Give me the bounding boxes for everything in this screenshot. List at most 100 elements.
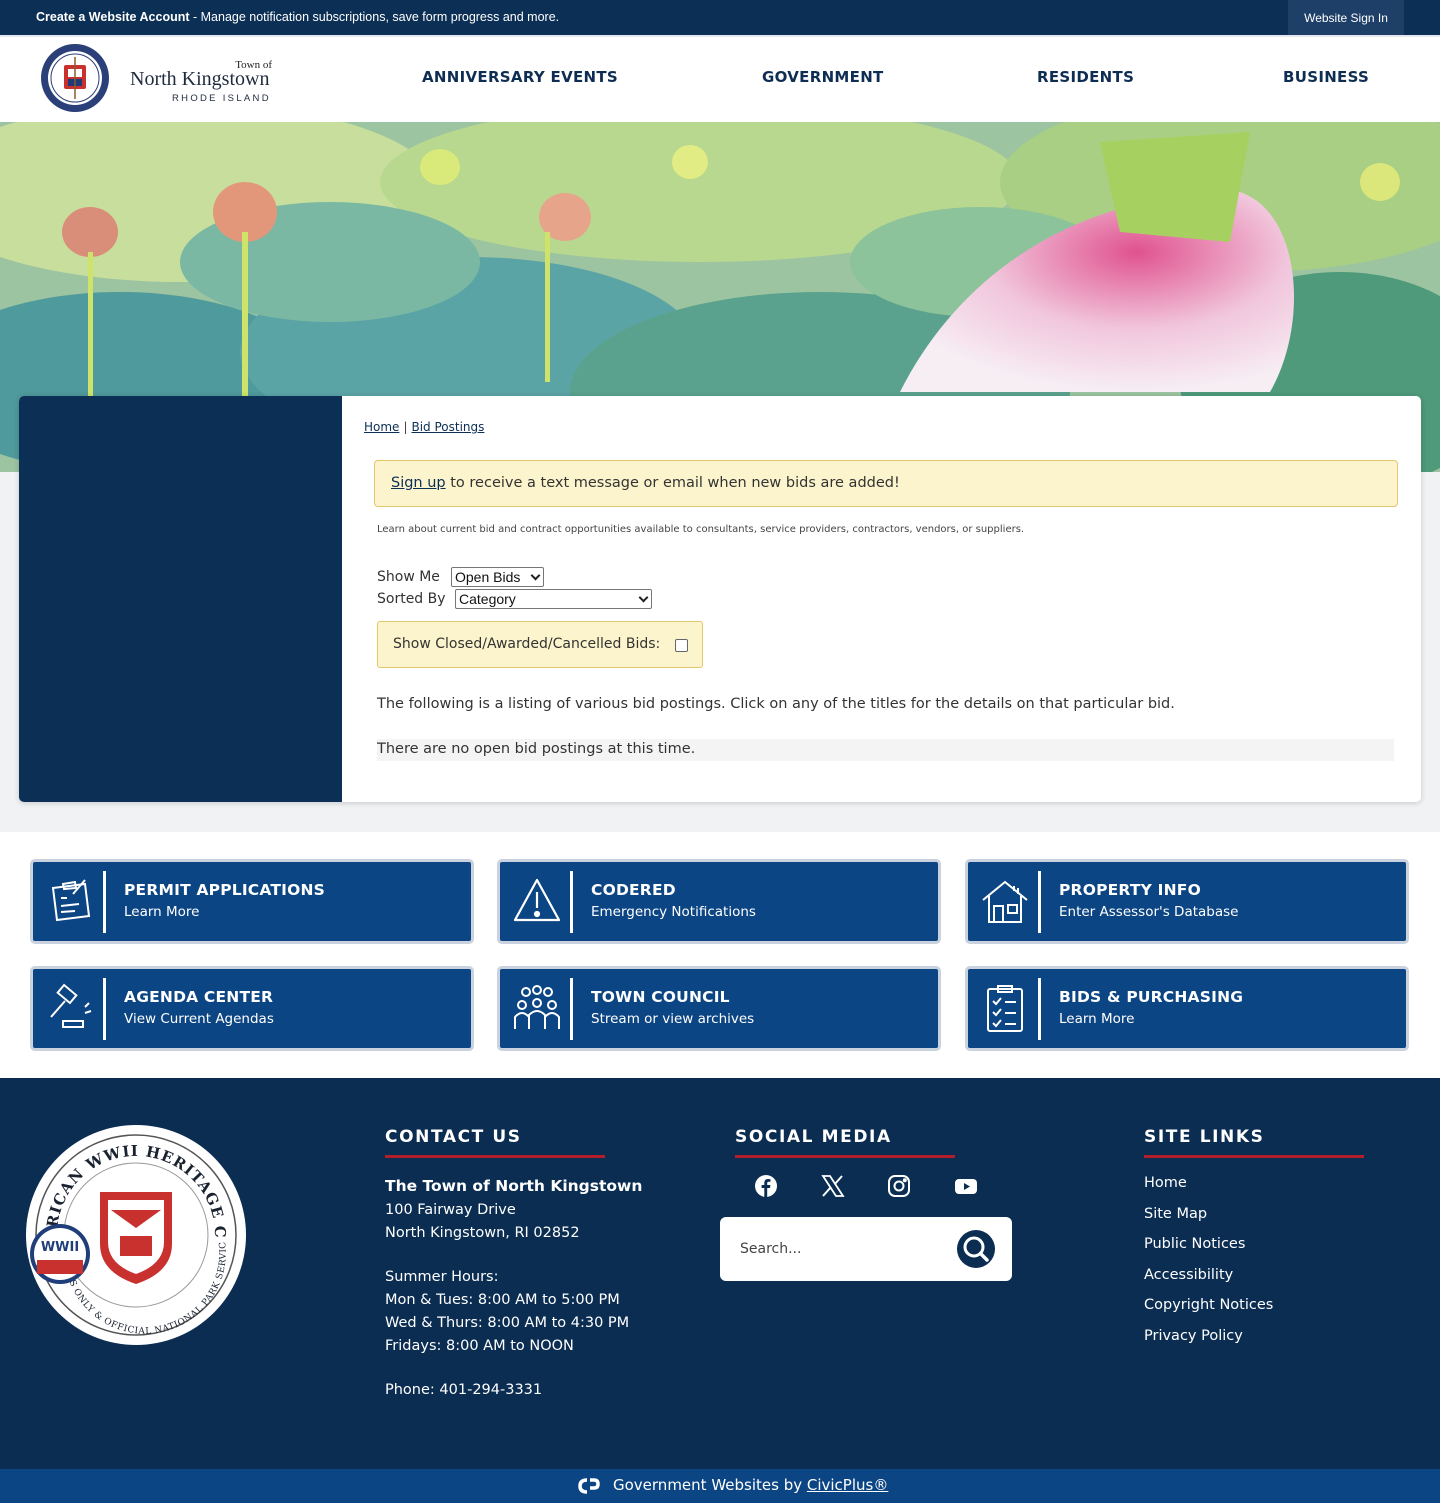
svg-text:WWII: WWII: [41, 1240, 79, 1255]
create-account-bold[interactable]: Create a Website Account: [36, 10, 190, 24]
facebook-icon[interactable]: [753, 1173, 779, 1199]
signup-link[interactable]: Sign up: [391, 475, 446, 491]
site-footer: AMERICAN WWII HERITAGE CITY RHODE ISLAND…: [0, 1078, 1440, 1469]
hours-line-1: Mon & Tues: 8:00 AM to 5:00 PM: [385, 1292, 620, 1308]
social-media-heading: SOCIAL MEDIA: [735, 1127, 892, 1147]
create-account-desc: - Manage notification subscriptions, sav…: [189, 10, 560, 24]
quick-link-divider: [103, 871, 106, 933]
quick-link-title: TOWN COUNCIL: [591, 988, 730, 1006]
quick-link-divider: [103, 978, 106, 1040]
site-header: Town of North Kingstown RHODE ISLAND ANN…: [0, 35, 1440, 122]
quick-link-subtitle: Learn More: [1059, 1011, 1135, 1027]
checklist-icon: [987, 985, 1023, 1032]
quick-link-divider: [1038, 978, 1041, 1040]
breadcrumb-home[interactable]: Home: [364, 420, 399, 434]
sorted-by-value: Category: [459, 591, 516, 607]
show-me-value: Open Bids: [455, 569, 521, 585]
quick-link-title: CODERED: [591, 881, 676, 899]
quick-link-agenda-center[interactable]: AGENDA CENTER View Current Agendas: [30, 966, 474, 1051]
search-input[interactable]: Search...: [740, 1241, 801, 1257]
site-links-list: Home Site Map Public Notices Accessibili…: [1144, 1175, 1273, 1358]
closed-bids-label: Show Closed/Awarded/Cancelled Bids:: [393, 636, 661, 652]
quick-link-title: BIDS & PURCHASING: [1059, 988, 1244, 1006]
quick-link-subtitle: Learn More: [124, 904, 200, 920]
wwii-heritage-city-seal: AMERICAN WWII HERITAGE CITY RHODE ISLAND…: [25, 1124, 246, 1345]
warning-icon: [513, 878, 561, 922]
quick-link-permit-applications[interactable]: PERMIT APPLICATIONS Learn More: [30, 859, 474, 944]
people-icon: [514, 985, 560, 1029]
sorted-by-select[interactable]: Category: [455, 589, 652, 609]
no-bids-message: There are no open bid postings at this t…: [377, 739, 1394, 761]
site-link-home[interactable]: Home: [1144, 1175, 1273, 1206]
show-me-label: Show Me: [377, 569, 440, 585]
nav-business[interactable]: BUSINESS: [1283, 68, 1369, 86]
create-account-link[interactable]: Create a Website Account - Manage notifi…: [36, 10, 559, 24]
hours-line-3: Fridays: 8:00 AM to NOON: [385, 1338, 574, 1354]
site-link-privacy-policy[interactable]: Privacy Policy: [1144, 1328, 1273, 1359]
civicplus-logo-icon: [578, 1478, 600, 1494]
quick-link-subtitle: Stream or view archives: [591, 1011, 755, 1027]
civicplus-bar: Government Websites by CivicPlus®: [0, 1469, 1440, 1503]
social-heading-underline: [735, 1155, 955, 1158]
closed-bids-filter: Show Closed/Awarded/Cancelled Bids:: [377, 621, 703, 668]
contact-address-2: North Kingstown, RI 02852: [385, 1225, 580, 1241]
show-me-select[interactable]: Open Bids: [451, 567, 544, 587]
quick-link-subtitle: Emergency Notifications: [591, 904, 756, 920]
top-bar: Create a Website Account - Manage notifi…: [0, 0, 1440, 35]
quick-link-title: PERMIT APPLICATIONS: [124, 881, 326, 899]
quick-link-title: PROPERTY INFO: [1059, 881, 1201, 899]
chevron-down-icon: [638, 592, 649, 603]
site-link-copyright-notices[interactable]: Copyright Notices: [1144, 1297, 1273, 1328]
intro-text: Learn about current bid and contract opp…: [377, 524, 1025, 535]
left-sidebar: [19, 396, 342, 802]
contact-org: The Town of North Kingstown: [385, 1177, 643, 1195]
search-icon[interactable]: [956, 1229, 996, 1269]
gavel-icon: [50, 983, 92, 1028]
sorted-by-label: Sorted By: [377, 591, 446, 607]
content-card: Home | Bid Postings Sign up to receive a t…: [19, 396, 1421, 802]
quick-link-divider: [1038, 871, 1041, 933]
quick-link-title: AGENDA CENTER: [124, 988, 274, 1006]
chevron-down-icon: [530, 570, 541, 581]
contact-address-1: 100 Fairway Drive: [385, 1202, 516, 1218]
quick-link-subtitle: Enter Assessor's Database: [1059, 904, 1239, 920]
house-icon: [982, 880, 1028, 923]
x-twitter-icon[interactable]: [820, 1173, 846, 1199]
youtube-icon[interactable]: [953, 1173, 979, 1199]
town-seal-logo[interactable]: [40, 43, 110, 113]
breadcrumb-separator: |: [403, 420, 408, 434]
contact-info: The Town of North Kingstown 100 Fairway …: [385, 1175, 642, 1402]
nav-residents[interactable]: RESIDENTS: [1037, 68, 1134, 86]
site-links-underline: [1144, 1155, 1364, 1158]
breadcrumb-bid-postings[interactable]: Bid Postings: [411, 420, 484, 434]
website-sign-in-button[interactable]: Website Sign In: [1288, 0, 1404, 35]
site-link-site-map[interactable]: Site Map: [1144, 1206, 1273, 1237]
hours-line-2: Wed & Thurs: 8:00 AM to 4:30 PM: [385, 1315, 630, 1331]
civicplus-credit: Government Websites by CivicPlus®: [613, 1476, 888, 1494]
logo-state: RHODE ISLAND: [172, 93, 271, 104]
civicplus-link[interactable]: CivicPlus®: [807, 1476, 888, 1494]
nav-anniversary-events[interactable]: ANNIVERSARY EVENTS: [422, 68, 618, 86]
breadcrumb: Home | Bid Postings: [364, 420, 484, 434]
civicplus-prefix: Government Websites by: [613, 1476, 807, 1494]
quick-link-codered[interactable]: CODERED Emergency Notifications: [497, 859, 941, 944]
signup-notice: Sign up to receive a text message or ema…: [374, 460, 1398, 507]
listing-description: The following is a listing of various bi…: [377, 696, 1175, 712]
nav-government[interactable]: GOVERNMENT: [762, 68, 884, 86]
footer-search: Search...: [720, 1217, 1012, 1281]
instagram-icon[interactable]: [886, 1173, 912, 1199]
quick-link-town-council[interactable]: TOWN COUNCIL Stream or view archives: [497, 966, 941, 1051]
site-link-public-notices[interactable]: Public Notices: [1144, 1236, 1273, 1267]
quick-link-bids-purchasing[interactable]: BIDS & PURCHASING Learn More: [965, 966, 1409, 1051]
logo-town-name: North Kingstown: [130, 68, 270, 90]
contact-us-heading: CONTACT US: [385, 1127, 522, 1147]
quick-link-subtitle: View Current Agendas: [124, 1011, 274, 1027]
site-link-accessibility[interactable]: Accessibility: [1144, 1267, 1273, 1298]
contact-phone: Phone: 401-294-3331: [385, 1382, 543, 1398]
signup-text: to receive a text message or email when …: [445, 475, 900, 491]
clipboard-icon: [51, 879, 91, 922]
quick-link-divider: [570, 871, 573, 933]
quick-link-property-info[interactable]: PROPERTY INFO Enter Assessor's Database: [965, 859, 1409, 944]
site-links-heading: SITE LINKS: [1144, 1127, 1265, 1147]
closed-bids-checkbox[interactable]: [675, 639, 688, 652]
